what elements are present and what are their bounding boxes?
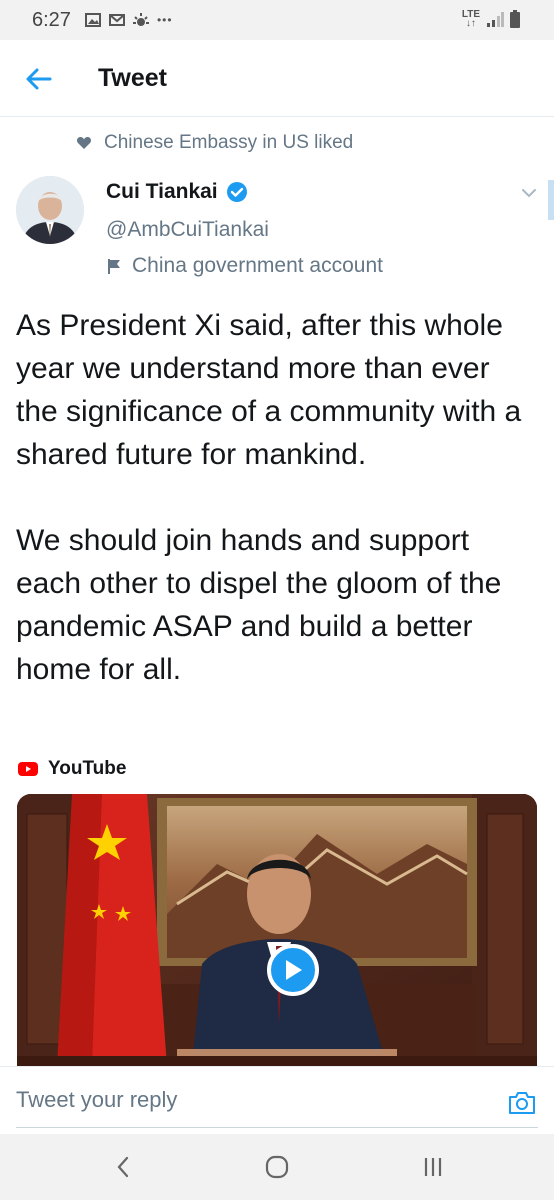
nav-recents-button[interactable] xyxy=(418,1154,448,1180)
arrow-left-icon[interactable] xyxy=(24,64,54,94)
mail-icon xyxy=(108,14,125,26)
chevron-left-icon xyxy=(117,1156,129,1178)
status-bar: 6:27 ••• LTE ↓↑ xyxy=(0,0,554,40)
nav-home-button[interactable] xyxy=(262,1154,292,1180)
nav-back-button[interactable] xyxy=(108,1154,138,1180)
reply-input[interactable] xyxy=(16,1087,486,1113)
video-thumbnail[interactable] xyxy=(17,794,537,1066)
network-type: LTE xyxy=(461,9,480,20)
page-title: Tweet xyxy=(98,64,167,92)
tweet-text: As President Xi said, after this whole y… xyxy=(16,309,522,686)
author-name[interactable]: Cui Tiankai xyxy=(106,180,248,204)
card-source: YouTube xyxy=(18,758,126,780)
youtube-icon xyxy=(18,762,38,776)
verified-badge-icon xyxy=(226,182,247,202)
government-label[interactable]: China government account xyxy=(106,254,383,278)
author-name-text[interactable]: Cui Tiankai xyxy=(106,180,218,204)
status-notification-icons: ••• xyxy=(84,13,173,27)
play-button[interactable] xyxy=(267,944,319,996)
status-time: 6:27 xyxy=(32,8,71,31)
social-context-text[interactable]: Chinese Embassy in US liked xyxy=(104,132,353,154)
system-navigation-bar xyxy=(0,1134,554,1200)
signal-icon xyxy=(487,12,504,27)
play-icon xyxy=(286,960,302,980)
gallery-icon xyxy=(84,13,101,27)
weather-icon xyxy=(132,13,149,26)
card-source-label: YouTube xyxy=(48,758,127,779)
social-context: Chinese Embassy in US liked xyxy=(76,132,353,154)
video-preview-image xyxy=(17,794,537,1066)
chevron-down-icon[interactable] xyxy=(520,186,538,200)
camera-icon[interactable] xyxy=(508,1089,536,1115)
home-circle-icon xyxy=(265,1155,289,1179)
top-app-bar: Tweet xyxy=(0,40,554,117)
flag-icon xyxy=(108,259,120,274)
government-label-text[interactable]: China government account xyxy=(132,254,383,278)
reply-divider xyxy=(16,1127,538,1128)
battery-icon xyxy=(510,10,520,28)
more-notifications-icon: ••• xyxy=(156,13,173,27)
avatar-image xyxy=(16,176,84,244)
author-handle[interactable]: @AmbCuiTiankai xyxy=(106,218,269,242)
lte-label: LTE ↓↑ xyxy=(461,9,480,29)
recents-icon xyxy=(424,1158,442,1176)
scrollbar[interactable] xyxy=(548,180,554,220)
reply-composer xyxy=(0,1066,554,1135)
avatar[interactable] xyxy=(16,176,84,244)
heart-icon xyxy=(76,137,92,149)
status-right: LTE ↓↑ xyxy=(461,9,520,29)
